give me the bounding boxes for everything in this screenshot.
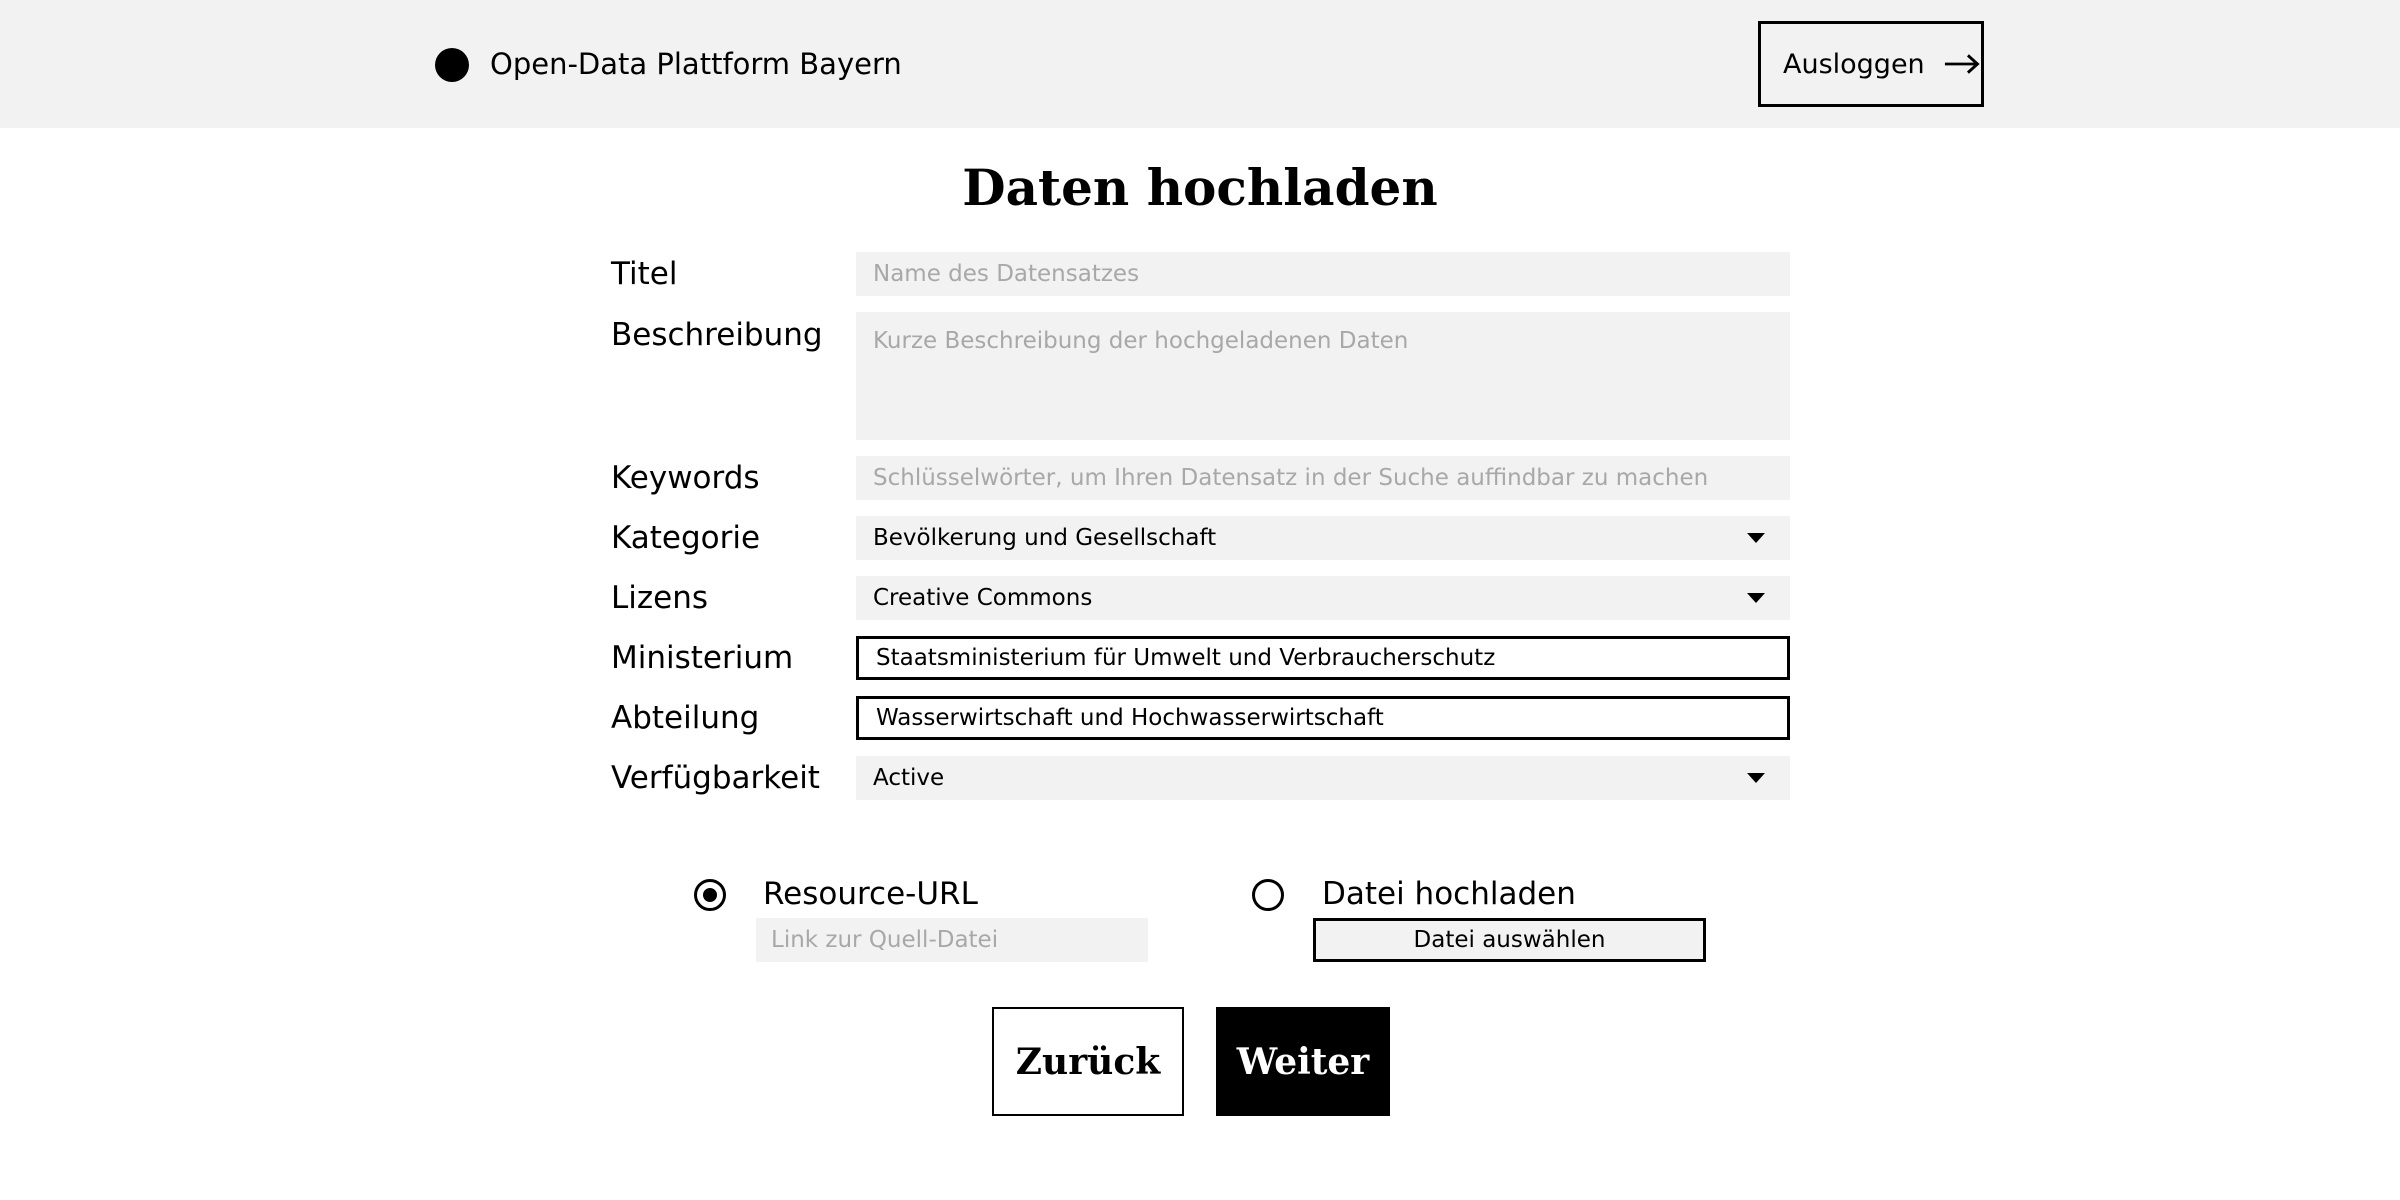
resource-url-placeholder: Link zur Quell-Datei bbox=[771, 927, 999, 953]
keywords-label: Keywords bbox=[611, 460, 760, 496]
kategorie-value: Bevölkerung und Gesellschaft bbox=[873, 525, 1217, 551]
ministerium-input[interactable]: Staatsministerium für Umwelt und Verbrau… bbox=[856, 636, 1790, 680]
next-label: Weiter bbox=[1236, 1040, 1370, 1083]
file-upload-radio[interactable] bbox=[1252, 879, 1284, 911]
beschreibung-textarea[interactable]: Kurze Beschreibung der hochgeladenen Dat… bbox=[856, 312, 1790, 440]
titel-input[interactable]: Name des Datensatzes bbox=[856, 252, 1790, 296]
page-title: Daten hochladen bbox=[962, 158, 1438, 217]
verfuegbarkeit-label: Verfügbarkeit bbox=[611, 760, 820, 796]
choose-file-label: Datei auswählen bbox=[1413, 927, 1606, 953]
abteilung-input[interactable]: Wasserwirtschaft und Hochwasserwirtschaf… bbox=[856, 696, 1790, 740]
logout-button[interactable]: Ausloggen bbox=[1758, 21, 1984, 107]
resource-url-radio[interactable] bbox=[694, 879, 726, 911]
keywords-placeholder: Schlüsselwörter, um Ihren Datensatz in d… bbox=[873, 465, 1709, 491]
beschreibung-label: Beschreibung bbox=[611, 317, 823, 353]
radio-selected-dot bbox=[703, 888, 717, 902]
app-title: Open-Data Plattform Bayern bbox=[490, 47, 902, 81]
chevron-down-icon bbox=[1747, 533, 1765, 543]
resource-url-input[interactable]: Link zur Quell-Datei bbox=[756, 918, 1148, 962]
choose-file-button[interactable]: Datei auswählen bbox=[1313, 918, 1706, 962]
keywords-input[interactable]: Schlüsselwörter, um Ihren Datensatz in d… bbox=[856, 456, 1790, 500]
logo-icon bbox=[435, 48, 469, 82]
kategorie-label: Kategorie bbox=[611, 520, 761, 556]
resource-url-label: Resource-URL bbox=[763, 876, 978, 912]
kategorie-select[interactable]: Bevölkerung und Gesellschaft bbox=[856, 516, 1790, 560]
ministerium-label: Ministerium bbox=[611, 640, 794, 676]
lizens-label: Lizens bbox=[611, 580, 709, 616]
top-header: Open-Data Plattform Bayern Ausloggen bbox=[0, 0, 2400, 128]
lizens-value: Creative Commons bbox=[873, 585, 1093, 611]
lizens-select[interactable]: Creative Commons bbox=[856, 576, 1790, 620]
file-upload-label: Datei hochladen bbox=[1322, 876, 1576, 912]
beschreibung-placeholder: Kurze Beschreibung der hochgeladenen Dat… bbox=[873, 328, 1409, 354]
logout-label: Ausloggen bbox=[1783, 48, 1925, 80]
abteilung-label: Abteilung bbox=[611, 700, 760, 736]
next-button[interactable]: Weiter bbox=[1216, 1007, 1390, 1116]
abteilung-value: Wasserwirtschaft und Hochwasserwirtschaf… bbox=[876, 705, 1384, 731]
ministerium-value: Staatsministerium für Umwelt und Verbrau… bbox=[876, 645, 1496, 671]
back-button[interactable]: Zurück bbox=[992, 1007, 1184, 1116]
arrow-right-icon bbox=[1944, 54, 1980, 74]
verfuegbarkeit-select[interactable]: Active bbox=[856, 756, 1790, 800]
titel-placeholder: Name des Datensatzes bbox=[873, 261, 1140, 287]
titel-label: Titel bbox=[611, 256, 678, 292]
chevron-down-icon bbox=[1747, 773, 1765, 783]
chevron-down-icon bbox=[1747, 593, 1765, 603]
back-label: Zurück bbox=[1015, 1040, 1161, 1083]
verfuegbarkeit-value: Active bbox=[873, 765, 945, 791]
